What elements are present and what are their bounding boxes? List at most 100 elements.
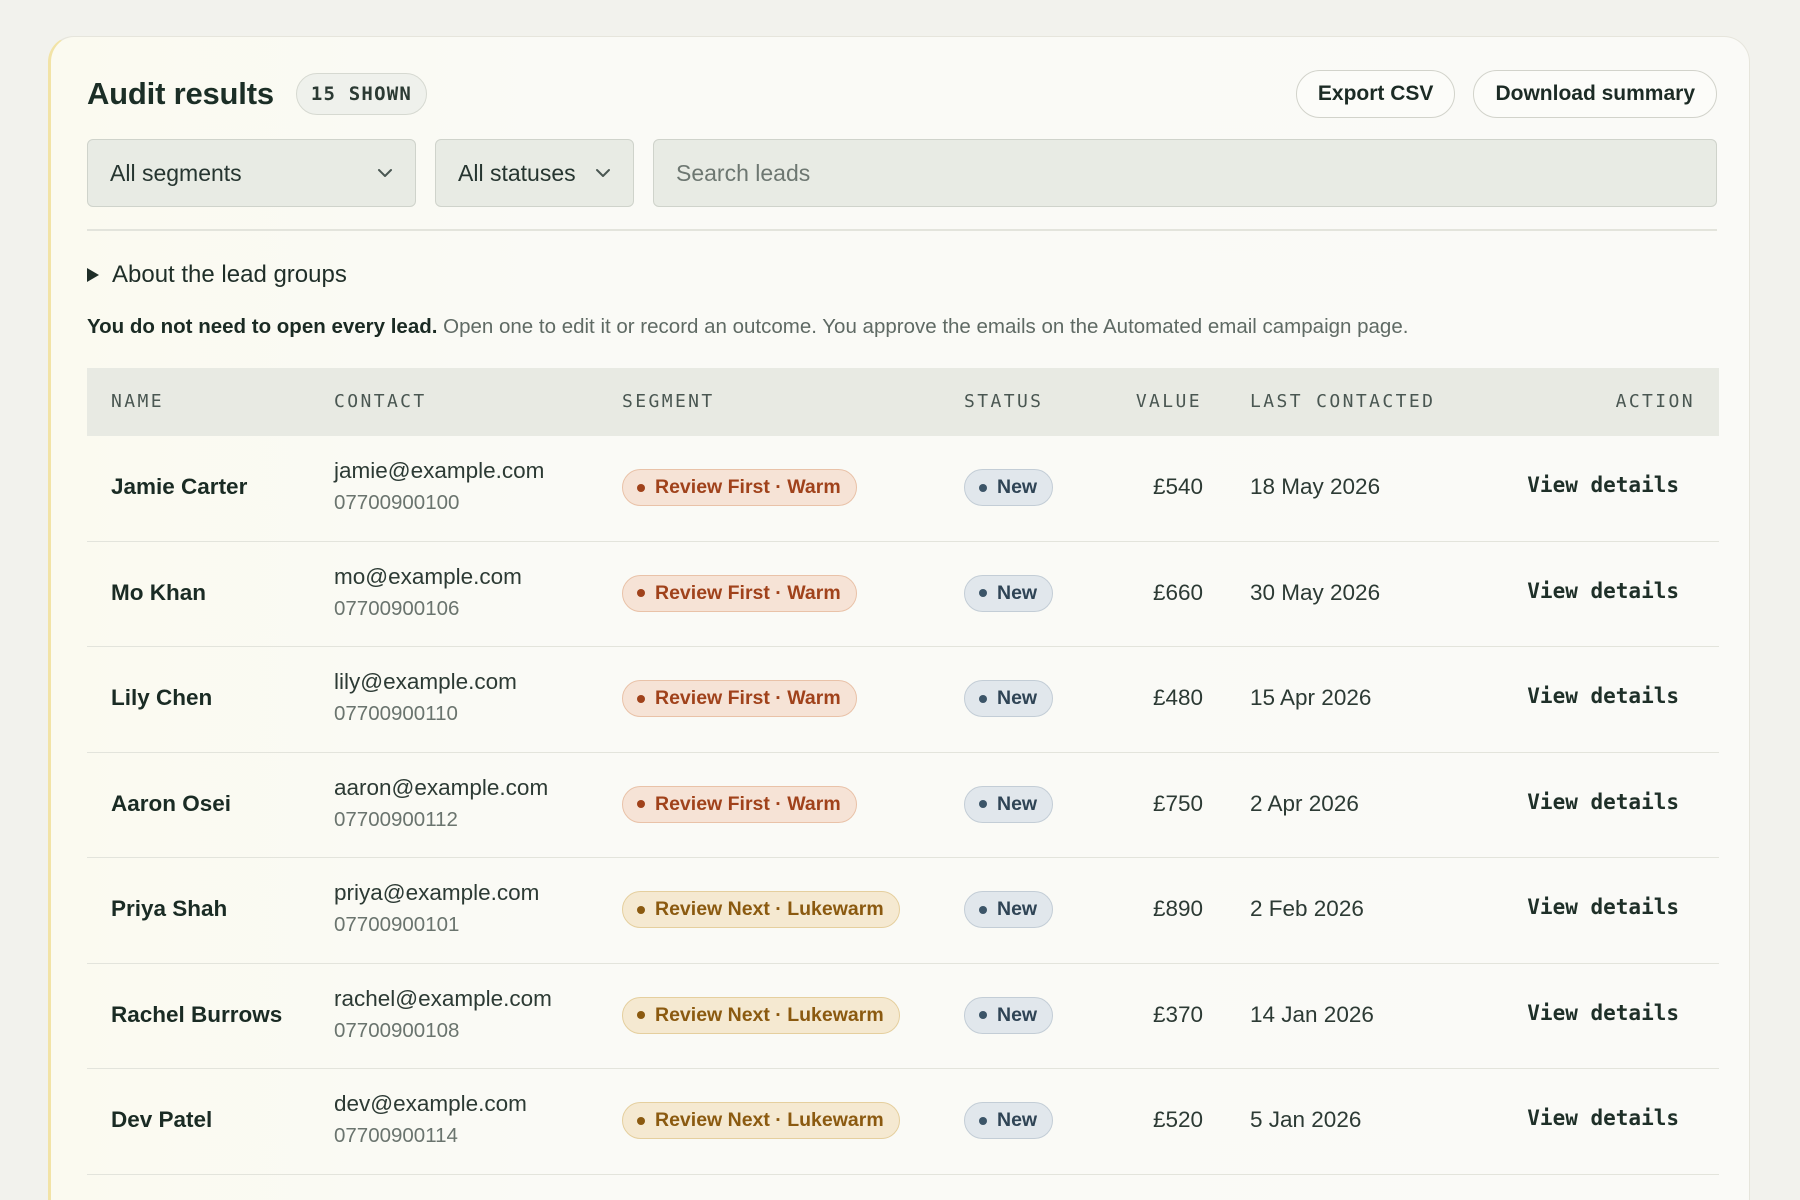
table-body: Jamie Carter jamie@example.com 07700900100…: [87, 436, 1719, 1175]
segment-cell: Review First · Warm: [622, 469, 857, 506]
segment-cell: Review First · Warm: [622, 574, 857, 612]
status-badge: New: [964, 1102, 1054, 1139]
table-row[interactable]: Rachel Burrows rachel@example.com 07700900…: [87, 964, 1719, 1069]
help-note-text: Open one to edit it or record an outcome…: [443, 315, 1409, 338]
export-csv-button[interactable]: Export CSV: [1295, 70, 1456, 118]
status-select-value: All statuses: [458, 159, 576, 186]
column-header-segment: SEGMENT: [622, 391, 715, 412]
lead-email: lily@example.com: [334, 669, 517, 694]
status-badge: New: [964, 891, 1054, 928]
dot-icon: [637, 1011, 645, 1019]
column-header-status: STATUS: [964, 391, 1044, 412]
lead-name: Aaron Osei: [111, 790, 232, 816]
segment-label: Review First · Warm: [655, 687, 841, 709]
table-row[interactable]: Dev Patel dev@example.com 07700900114 Revie…: [87, 1069, 1719, 1175]
status-label: New: [997, 898, 1038, 920]
dot-icon: [979, 1011, 987, 1019]
column-header-last-contacted: LAST CONTACTED: [1250, 391, 1436, 412]
lead-name: Jamie Carter: [111, 474, 248, 499]
chevron-down-icon: [378, 169, 392, 177]
help-note: You do not need to open every lead. Open…: [87, 315, 1717, 339]
triangle-right-icon: [87, 268, 99, 282]
dot-icon: [979, 905, 987, 914]
dot-icon: [979, 483, 987, 492]
dot-icon: [637, 694, 645, 703]
segment-select[interactable]: All segments: [87, 139, 416, 207]
audit-results-card: Audit results 15 SHOWN Export CSV Downlo…: [48, 36, 1750, 1200]
dot-icon: [979, 800, 987, 808]
status-badge: New: [964, 574, 1054, 612]
dot-icon: [637, 1116, 645, 1125]
segment-cell: Review Next · Lukewarm: [622, 996, 900, 1034]
last-contacted-date: 2 Apr 2026: [1250, 790, 1359, 816]
segment-badge: Review First · Warm: [622, 574, 857, 612]
download-summary-button[interactable]: Download summary: [1473, 70, 1717, 118]
status-label: New: [997, 581, 1038, 604]
view-details-button[interactable]: View details: [1527, 473, 1679, 497]
dot-icon: [637, 800, 645, 808]
lead-phone: 07700900112: [334, 807, 458, 831]
view-details-button[interactable]: View details: [1527, 790, 1679, 814]
view-details-button[interactable]: View details: [1527, 1106, 1679, 1130]
segment-badge: Review First · Warm: [622, 785, 857, 823]
status-cell: New: [964, 574, 1054, 612]
view-details-button[interactable]: View details: [1527, 1001, 1679, 1025]
view-details-button[interactable]: View details: [1527, 895, 1679, 919]
segment-select-value: All segments: [110, 159, 242, 186]
segment-badge: Review First · Warm: [622, 680, 857, 717]
column-header-name: NAME: [111, 391, 164, 412]
segment-badge: Review Next · Lukewarm: [622, 891, 900, 928]
dot-icon: [637, 589, 645, 597]
divider: [87, 229, 1717, 231]
column-header-action: ACTION: [1615, 391, 1695, 412]
segment-label: Review First · Warm: [655, 792, 841, 815]
status-badge: New: [964, 785, 1054, 823]
dot-icon: [637, 483, 645, 492]
page-title: Audit results: [87, 76, 274, 111]
lead-value: £480: [1152, 685, 1203, 710]
lead-email: rachel@example.com: [334, 985, 552, 1011]
last-contacted-date: 15 Apr 2026: [1250, 685, 1372, 710]
leads-table: NAME CONTACT SEGMENT STATUS VALUE LAST C…: [87, 368, 1719, 1175]
lead-phone: 07700900100: [334, 491, 460, 514]
status-select[interactable]: All statuses: [435, 139, 634, 207]
table-row[interactable]: Priya Shah priya@example.com 07700900101 Re…: [87, 858, 1719, 964]
table-row[interactable]: Aaron Osei aaron@example.com 07700900112 Re…: [87, 753, 1719, 858]
last-contacted-date: 14 Jan 2026: [1250, 1001, 1374, 1027]
status-cell: New: [964, 785, 1054, 823]
lead-email: dev@example.com: [334, 1091, 527, 1116]
lead-name: Dev Patel: [111, 1107, 213, 1132]
lead-phone: 07700900108: [334, 1018, 460, 1042]
segment-badge: Review Next · Lukewarm: [622, 1102, 900, 1139]
dot-icon: [637, 905, 645, 914]
lead-value: £890: [1152, 896, 1203, 921]
lead-name: Mo Khan: [111, 579, 206, 605]
last-contacted-date: 5 Jan 2026: [1250, 1107, 1362, 1132]
status-cell: New: [964, 469, 1054, 506]
lead-phone: 07700900110: [334, 702, 458, 725]
status-cell: New: [964, 891, 1054, 928]
status-badge: New: [964, 996, 1054, 1034]
status-cell: New: [964, 996, 1054, 1034]
header-actions: Export CSV Download summary: [1295, 70, 1717, 118]
lead-phone: 07700900101: [334, 913, 460, 936]
table-row[interactable]: Mo Khan mo@example.com 07700900106 Review F…: [87, 542, 1719, 647]
status-badge: New: [964, 469, 1054, 506]
segment-cell: Review First · Warm: [622, 680, 857, 717]
lead-groups-disclosure[interactable]: About the lead groups: [87, 255, 347, 295]
count-badge: 15 SHOWN: [295, 73, 427, 115]
last-contacted-date: 2 Feb 2026: [1250, 896, 1364, 921]
view-details-button[interactable]: View details: [1527, 684, 1679, 708]
view-details-button[interactable]: View details: [1527, 579, 1679, 603]
segment-cell: Review Next · Lukewarm: [622, 891, 900, 928]
column-header-value: VALUE: [1135, 391, 1202, 412]
search-input[interactable]: [653, 139, 1717, 207]
dot-icon: [979, 589, 987, 597]
segment-label: Review Next · Lukewarm: [655, 898, 884, 920]
table-row[interactable]: Lily Chen lily@example.com 07700900110 Revi…: [87, 647, 1719, 753]
lead-name: Priya Shah: [111, 896, 228, 921]
table-row[interactable]: Jamie Carter jamie@example.com 07700900100…: [87, 436, 1719, 542]
status-cell: New: [964, 1102, 1054, 1139]
lead-value: £660: [1152, 579, 1203, 605]
segment-cell: Review First · Warm: [622, 785, 857, 823]
